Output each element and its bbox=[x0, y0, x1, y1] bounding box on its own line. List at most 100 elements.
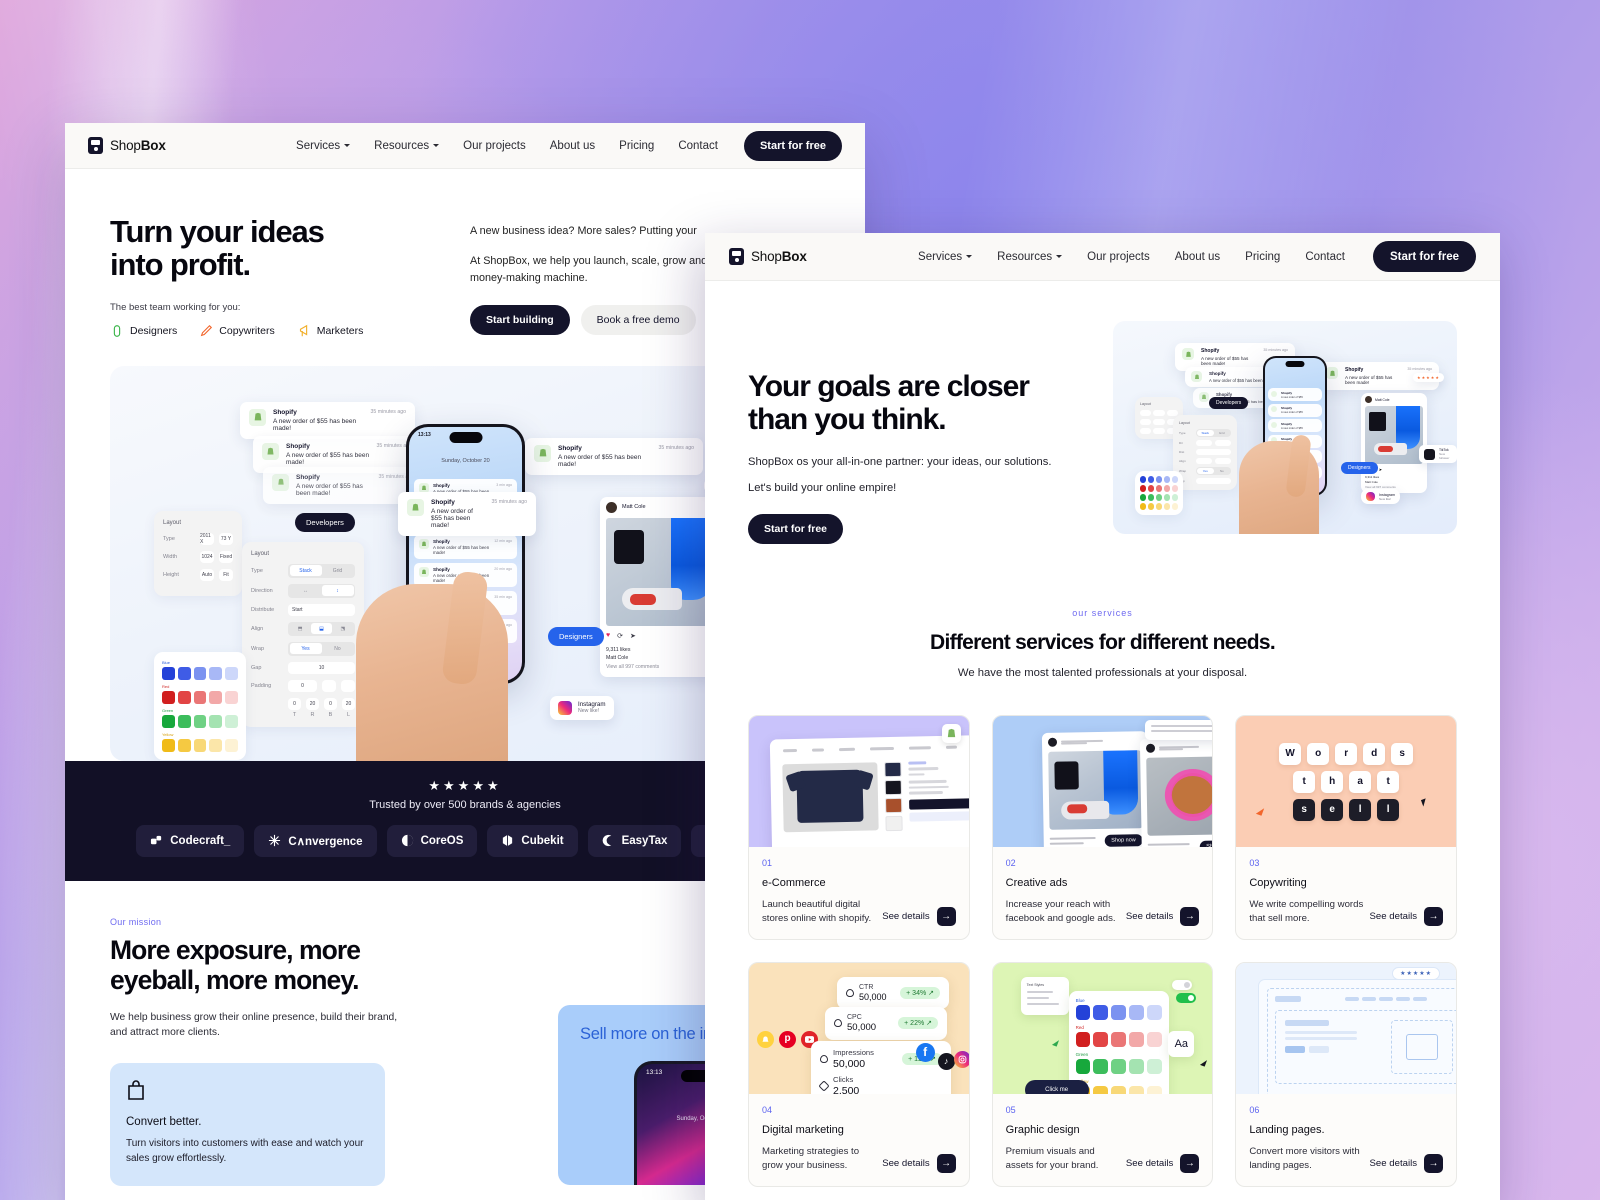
comment-icon[interactable]: ⟳ bbox=[617, 632, 623, 640]
add-to-cart-button[interactable] bbox=[909, 810, 969, 822]
nav-item-about-us[interactable]: About us bbox=[1175, 251, 1220, 263]
service-card-landing-pages[interactable]: ★★★★★ 06 Landing pages. Convert more vis… bbox=[1235, 961, 1457, 1187]
nav-item-pricing[interactable]: Pricing bbox=[619, 140, 654, 152]
cursor-orange-icon bbox=[1255, 805, 1265, 816]
brand-name: ShopBox bbox=[110, 138, 166, 153]
key-row-3: s e l l bbox=[1255, 798, 1413, 821]
shopify-icon bbox=[1199, 392, 1209, 402]
toggle-off[interactable] bbox=[1172, 979, 1193, 990]
stat-card-cpc: CPC 50,000 + 22% ↗ bbox=[825, 1006, 947, 1040]
nav-item-our-projects[interactable]: Our projects bbox=[1087, 251, 1150, 263]
brand-logo-coreos: CoreOS bbox=[386, 824, 478, 857]
key-t: t bbox=[1293, 770, 1316, 793]
feature-card-convert: Convert better. Turn visitors into custo… bbox=[110, 1062, 385, 1186]
tiktok-icon: ♪ bbox=[937, 1052, 955, 1070]
service-number: 02 bbox=[1005, 858, 1016, 868]
phone-notch bbox=[1285, 361, 1305, 367]
brand-name: ShopBox bbox=[751, 249, 807, 264]
phone-status-time: 13:13 bbox=[646, 1068, 663, 1076]
service-description: Premium visuals and assets for your bran… bbox=[1005, 1145, 1099, 1171]
instagram-post-card: Matt Cole ♥⟳➤ 9,311 likes Matt Cole View… bbox=[1361, 393, 1427, 494]
service-thumbnail: Shop now Shop now bbox=[992, 716, 1213, 847]
start-for-free-hero-button[interactable]: Start for free bbox=[748, 514, 844, 544]
shop-now-button[interactable]: Shop now bbox=[1198, 840, 1213, 847]
shop-now-button[interactable]: Shop now bbox=[1103, 834, 1143, 847]
service-name: Copywriting bbox=[1249, 877, 1307, 889]
service-card-digital-marketing[interactable]: p CTR 50,000 + 34% ↗ CPC 50,000 + 22% ↗ Impr… bbox=[748, 961, 970, 1187]
mission-eyebrow: Our mission bbox=[110, 916, 162, 927]
stat-card-ctr: CTR 50,000 + 34% ↗ bbox=[837, 976, 949, 1009]
buy-now-button[interactable] bbox=[909, 797, 969, 810]
post-photo bbox=[606, 517, 719, 626]
click-me-button[interactable]: Click me bbox=[1024, 1079, 1089, 1094]
tag-designers: Designers bbox=[110, 324, 177, 338]
nav-item-services[interactable]: Services bbox=[918, 251, 973, 263]
layout-panel-small: Layout Type 2011 X 73 Y Width 1024 Fixed Hei… bbox=[154, 510, 242, 596]
brand-logo[interactable]: ShopBox bbox=[729, 248, 807, 265]
service-name: e-Commerce bbox=[762, 877, 826, 889]
service-card-creative-ads[interactable]: Shop now Shop now 02 Creative ads Increa… bbox=[991, 715, 1214, 940]
toggle-on[interactable] bbox=[1176, 992, 1197, 1003]
see-details-link[interactable]: See details → bbox=[882, 906, 956, 926]
arrow-right-icon: → bbox=[1424, 906, 1443, 926]
start-building-button[interactable]: Start building bbox=[470, 305, 570, 336]
image-placeholder-icon bbox=[1391, 1019, 1453, 1074]
service-card-graphic-design[interactable]: Text Styles Blue Red Green Yellow bbox=[991, 961, 1214, 1187]
nav-item-resources[interactable]: Resources bbox=[374, 140, 440, 152]
instagram-icon bbox=[558, 700, 572, 715]
shopify-icon bbox=[419, 566, 429, 577]
browser-window-services[interactable]: ShopBox Services Resources Our projects … bbox=[705, 233, 1500, 1200]
nav-item-contact[interactable]: Contact bbox=[678, 140, 718, 152]
phone-notification: ShopifyA new order of $55 bbox=[1268, 388, 1322, 401]
tiktok-badge: TikTok New follower bbox=[1419, 445, 1457, 463]
arrow-right-icon: → bbox=[936, 1153, 956, 1173]
ad-post-card: Shop now bbox=[1139, 737, 1213, 847]
share-icon[interactable]: ➤ bbox=[630, 632, 636, 640]
nav-item-our-projects[interactable]: Our projects bbox=[463, 140, 526, 152]
service-description: Marketing strategies to grow your busine… bbox=[762, 1145, 860, 1171]
services-eyebrow: our services bbox=[1072, 608, 1133, 618]
eye-icon bbox=[820, 1054, 828, 1063]
service-name: Landing pages. bbox=[1249, 1123, 1325, 1136]
ad-photo bbox=[1145, 756, 1213, 836]
nav-links: Services Resources Our projects About us… bbox=[296, 140, 718, 152]
see-details-link[interactable]: See details → bbox=[1126, 906, 1200, 926]
service-card-copywriting[interactable]: W o r d s t h a t s e l l 03 Copywriting… bbox=[1235, 715, 1457, 940]
cursor-green-icon bbox=[1051, 1038, 1059, 1047]
shopify-icon bbox=[1191, 371, 1202, 382]
color-swatches-panel bbox=[1135, 471, 1183, 515]
color-swatches-panel: Blue Red Green Yellow bbox=[154, 651, 246, 760]
key-e: e bbox=[1321, 798, 1344, 821]
hero-illustration: Shopify A new order of $55 has been made!… bbox=[1113, 321, 1457, 534]
nav-item-resources[interactable]: Resources bbox=[997, 251, 1063, 263]
share-icon[interactable]: ➤ bbox=[1379, 467, 1382, 472]
key-o: o bbox=[1307, 742, 1330, 765]
heart-icon[interactable]: ♥ bbox=[606, 632, 610, 640]
service-card-ecommerce[interactable]: 01 e-Commerce Launch beautiful digital s… bbox=[748, 715, 970, 940]
shopify-icon bbox=[1326, 367, 1338, 379]
nav-item-contact[interactable]: Contact bbox=[1305, 251, 1345, 263]
nav-item-services[interactable]: Services bbox=[296, 140, 351, 152]
team-label: The best team working for you: bbox=[110, 301, 241, 313]
store-mockup bbox=[769, 734, 969, 847]
instagram-like-badge: Instagram New like! bbox=[550, 695, 614, 720]
start-for-free-button[interactable]: Start for free bbox=[1372, 241, 1476, 272]
shopify-icon bbox=[262, 442, 279, 460]
facebook-icon: f bbox=[915, 1042, 935, 1062]
see-details-link[interactable]: See details → bbox=[1370, 1153, 1443, 1173]
pen-icon bbox=[201, 324, 213, 337]
navbar: ShopBox Services Resources Our projects … bbox=[705, 233, 1500, 281]
key-W: W bbox=[1279, 742, 1302, 765]
see-details-link[interactable]: See details → bbox=[882, 1153, 956, 1173]
key-h: h bbox=[1321, 770, 1344, 793]
nav-item-pricing[interactable]: Pricing bbox=[1245, 251, 1280, 263]
book-demo-button[interactable]: Book a free demo bbox=[580, 305, 696, 336]
nav-item-about-us[interactable]: About us bbox=[550, 140, 595, 152]
ad-photo bbox=[1047, 750, 1143, 830]
see-details-link[interactable]: See details → bbox=[1370, 906, 1443, 926]
brand-logo[interactable]: ShopBox bbox=[88, 137, 166, 154]
start-for-free-button[interactable]: Start for free bbox=[743, 130, 842, 161]
see-details-link[interactable]: See details → bbox=[1126, 1153, 1200, 1173]
color-palette-panel: Blue Red Green Yellow bbox=[1068, 990, 1169, 1094]
hero-copy: Turn your ideas into profit. The best te… bbox=[110, 215, 470, 338]
